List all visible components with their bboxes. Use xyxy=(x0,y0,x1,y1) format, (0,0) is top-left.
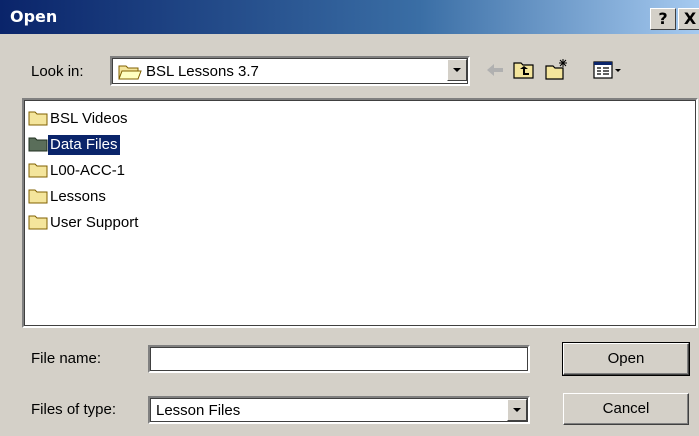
title-bar[interactable]: Open ? X xyxy=(0,0,699,34)
open-dialog: Open ? X Look in: BSL Lessons 3.7 BSL Vi… xyxy=(0,0,699,436)
new-folder-icon[interactable] xyxy=(544,58,570,86)
cancel-button[interactable]: Cancel xyxy=(563,393,689,425)
files-of-type-label: Files of type: xyxy=(31,401,117,418)
folder-icon xyxy=(28,162,48,182)
file-name-label: L00-ACC-1 xyxy=(50,162,126,179)
files-of-type-dropdown-button[interactable] xyxy=(507,399,527,421)
file-name-label: Data Files xyxy=(48,135,120,155)
back-arrow-icon[interactable] xyxy=(484,58,506,86)
folder-icon xyxy=(28,214,48,234)
window-title: Open xyxy=(10,7,58,26)
view-menu-icon[interactable] xyxy=(592,58,624,86)
folder-icon xyxy=(28,136,48,156)
open-folder-icon xyxy=(118,63,142,85)
file-name-label: User Support xyxy=(50,214,139,231)
files-of-type-value: Lesson Files xyxy=(156,402,241,419)
close-button[interactable]: X xyxy=(678,8,699,30)
up-one-level-icon[interactable] xyxy=(512,58,536,86)
help-button[interactable]: ? xyxy=(650,8,676,30)
look-in-value: BSL Lessons 3.7 xyxy=(146,63,259,80)
folder-icon xyxy=(28,188,48,208)
look-in-dropdown[interactable]: BSL Lessons 3.7 xyxy=(110,56,470,86)
look-in-dropdown-button[interactable] xyxy=(447,59,467,81)
file-name-label: Lessons xyxy=(50,188,106,205)
open-button[interactable]: Open xyxy=(562,342,690,376)
look-in-label: Look in: xyxy=(31,63,84,80)
file-name-input[interactable] xyxy=(148,345,530,373)
folder-icon xyxy=(28,110,48,130)
files-of-type-dropdown[interactable]: Lesson Files xyxy=(148,396,530,424)
file-list[interactable]: BSL Videos Data Files L00-ACC-1 Lessons … xyxy=(22,98,698,328)
file-name-label: File name: xyxy=(31,350,102,367)
file-name-label: BSL Videos xyxy=(50,110,128,127)
